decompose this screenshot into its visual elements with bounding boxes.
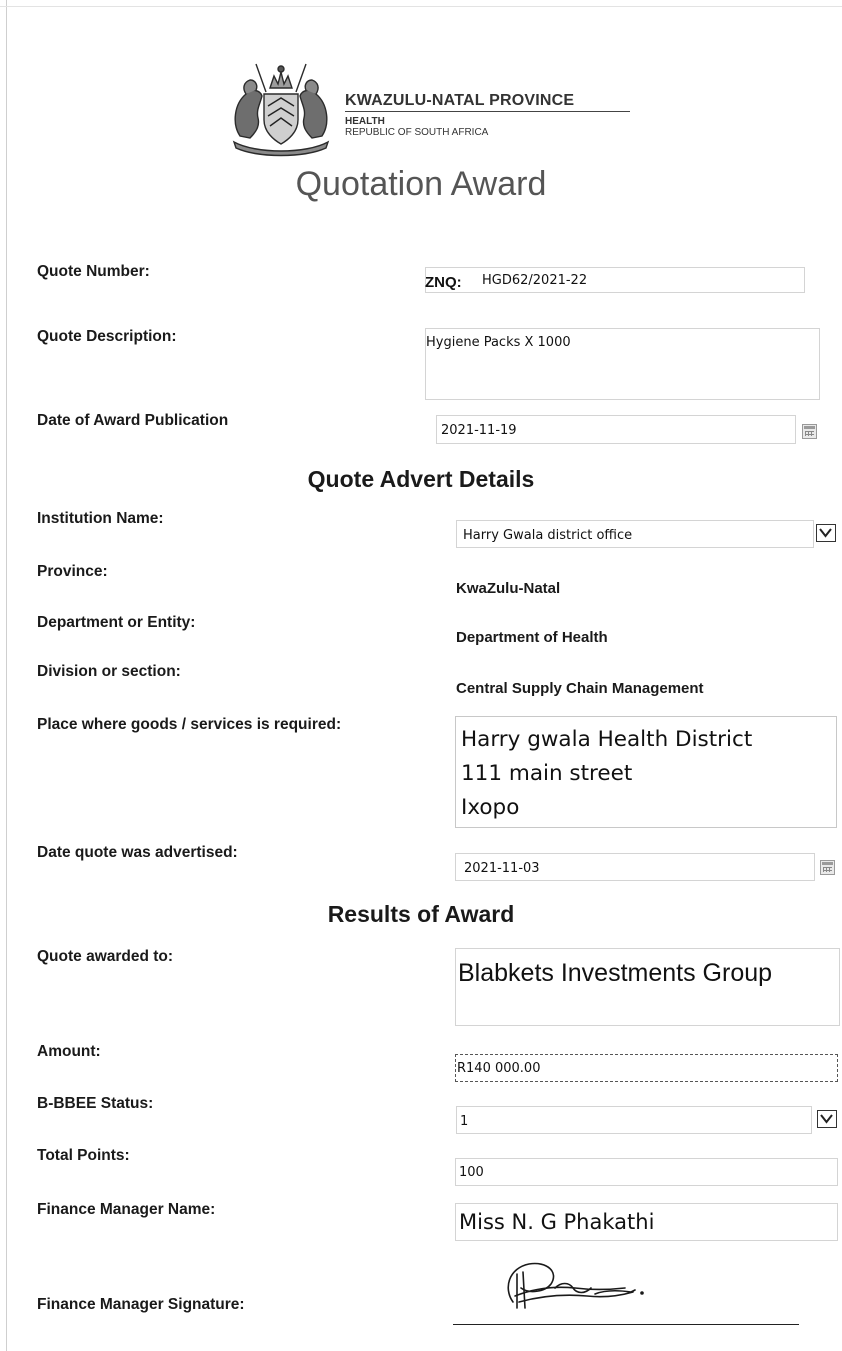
awarded-to-value: Blabkets Investments Group [458, 959, 773, 987]
header-divider [345, 111, 630, 112]
amount-field[interactable]: R140 000.00 [455, 1054, 838, 1082]
institution-name-label: Institution Name: [37, 510, 164, 527]
finance-manager-signature-label: Finance Manager Signature: [37, 1296, 245, 1313]
calendar-icon[interactable] [820, 860, 835, 875]
department-label: Department or Entity: [37, 614, 196, 631]
bbbee-status-label: B-BBEE Status: [37, 1095, 154, 1112]
advertised-date-field[interactable]: 2021-11-03 [455, 853, 815, 881]
quote-number-value: HGD62/2021-22 [482, 273, 588, 288]
advertised-date-label: Date quote was advertised: [37, 844, 238, 861]
finance-manager-name-value: Miss N. G Phakathi [459, 1210, 655, 1234]
finance-manager-name-field[interactable]: Miss N. G Phakathi [455, 1203, 838, 1241]
total-points-value: 100 [459, 1165, 484, 1180]
awarded-to-label: Quote awarded to: [37, 948, 174, 965]
coat-of-arms-icon [232, 63, 330, 157]
total-points-label: Total Points: [37, 1147, 130, 1164]
bbbee-status-select[interactable]: 1 [456, 1106, 812, 1134]
place-line: Ixopo [461, 795, 520, 820]
bbbee-dropdown-button[interactable] [817, 1110, 837, 1128]
chevron-down-icon [820, 1114, 833, 1124]
institution-name-value: Harry Gwala district office [463, 528, 633, 543]
finance-manager-name-label: Finance Manager Name: [37, 1201, 216, 1218]
chevron-down-icon [819, 528, 832, 538]
place-line: Harry gwala Health District [461, 727, 753, 752]
province-label: Province: [37, 563, 108, 580]
quote-description-field[interactable]: Hygiene Packs X 1000 [425, 328, 820, 400]
quote-description-value: Hygiene Packs X 1000 [426, 335, 571, 350]
award-date-field[interactable]: 2021-11-19 [436, 415, 796, 444]
amount-label: Amount: [37, 1043, 101, 1060]
page-title: Quotation Award [295, 165, 547, 203]
bbbee-status-value: 1 [460, 1114, 469, 1129]
department-heading: HEALTH [345, 116, 385, 127]
signature-line [453, 1324, 799, 1325]
amount-value: R140 000.00 [457, 1061, 541, 1076]
department-value: Department of Health [456, 629, 608, 646]
signature-image [507, 1262, 644, 1309]
award-date-label: Date of Award Publication [37, 412, 229, 429]
advertised-date-value: 2021-11-03 [464, 861, 540, 876]
division-label: Division or section: [37, 663, 181, 680]
quote-number-label: Quote Number: [37, 263, 150, 280]
place-line: 111 main street [461, 761, 633, 786]
page-edge-top [0, 6, 842, 7]
country-heading: REPUBLIC OF SOUTH AFRICA [345, 127, 489, 138]
advert-details-heading: Quote Advert Details [307, 466, 535, 492]
quote-description-label: Quote Description: [37, 328, 177, 345]
place-required-field[interactable]: Harry gwala Health District 111 main str… [455, 716, 837, 828]
province-heading: KWAZULU-NATAL PROVINCE [345, 92, 575, 109]
quote-number-prefix: ZNQ: [425, 274, 462, 291]
total-points-field[interactable]: 100 [455, 1158, 838, 1186]
calendar-icon[interactable] [802, 424, 817, 439]
awarded-to-field[interactable]: Blabkets Investments Group [455, 948, 840, 1026]
results-heading: Results of Award [327, 901, 515, 927]
institution-dropdown-button[interactable] [816, 524, 836, 542]
award-date-value: 2021-11-19 [441, 423, 517, 438]
province-value: KwaZulu-Natal [456, 580, 561, 597]
quote-number-field[interactable]: ZNQ: HGD62/2021-22 [425, 267, 805, 293]
institution-name-select[interactable]: Harry Gwala district office [456, 520, 814, 548]
division-value: Central Supply Chain Management [456, 680, 704, 697]
place-required-label: Place where goods / services is required… [37, 716, 342, 733]
